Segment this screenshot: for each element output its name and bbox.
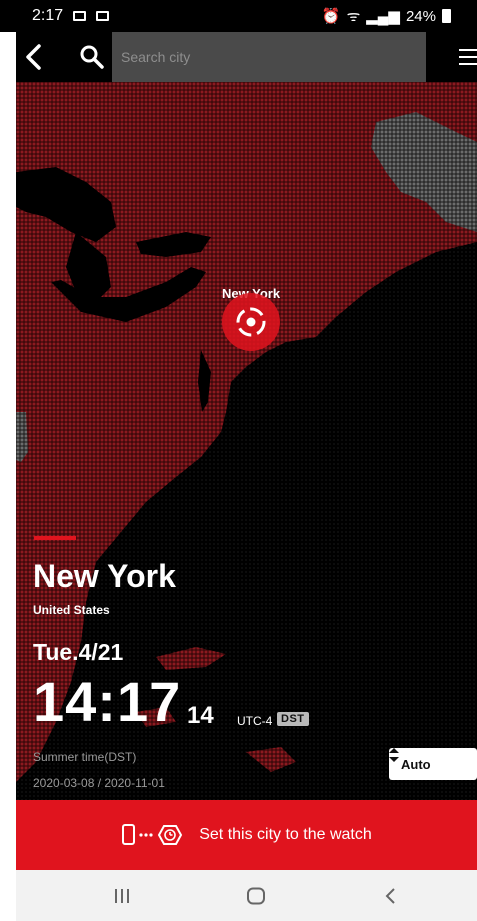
alarm-icon: ⏰ xyxy=(321,8,341,25)
sort-arrows-icon xyxy=(389,748,399,762)
world-map[interactable]: New York New York United States Tue.4/21… xyxy=(16,82,477,800)
android-nav-bar xyxy=(16,870,477,921)
status-time: 2:17 xyxy=(32,7,64,24)
country-name: United States xyxy=(33,603,110,617)
search-icon[interactable] xyxy=(78,43,106,71)
dst-range: 2020-03-08 / 2020-11-01 xyxy=(33,776,165,790)
menu-icon[interactable] xyxy=(456,46,477,68)
recents-icon[interactable] xyxy=(112,887,132,905)
set-city-to-watch-button[interactable]: Set this city to the watch xyxy=(16,800,477,870)
city-date: Tue.4/21 xyxy=(33,639,124,665)
wifi-icon: ᯤ xyxy=(346,8,361,25)
battery-percent: 24% xyxy=(405,7,436,25)
dst-badge: DST xyxy=(277,712,309,726)
battery-icon xyxy=(442,9,451,23)
status-left: 2:17 xyxy=(32,7,110,25)
set-city-label: Set this city to the watch xyxy=(199,826,372,843)
dst-label: Summer time(DST) xyxy=(33,750,137,764)
time-mode-value: Auto xyxy=(401,756,431,772)
phone-to-watch-icon xyxy=(122,824,183,845)
utc-offset: UTC-4 xyxy=(237,714,273,728)
mail-icon xyxy=(73,11,87,21)
status-bar: 2:17 ⏰ ᯤ ▂▄▆ 24% xyxy=(0,0,477,32)
image-icon xyxy=(96,11,110,21)
city-name: New York xyxy=(33,558,176,594)
back-icon[interactable] xyxy=(384,887,398,905)
city-seconds: 14 xyxy=(187,702,214,729)
time-mode-select[interactable]: Auto xyxy=(389,748,477,780)
status-right: ⏰ ᯤ ▂▄▆ 24% xyxy=(322,6,451,26)
city-time: 14:17 xyxy=(33,670,182,733)
top-bar xyxy=(16,32,477,82)
search-input[interactable] xyxy=(112,32,426,82)
signal-icon: ▂▄▆ xyxy=(366,8,400,25)
location-marker-icon[interactable] xyxy=(219,290,283,354)
home-icon[interactable] xyxy=(246,887,266,905)
accent-line xyxy=(34,536,76,540)
back-arrow-icon[interactable] xyxy=(22,43,48,71)
